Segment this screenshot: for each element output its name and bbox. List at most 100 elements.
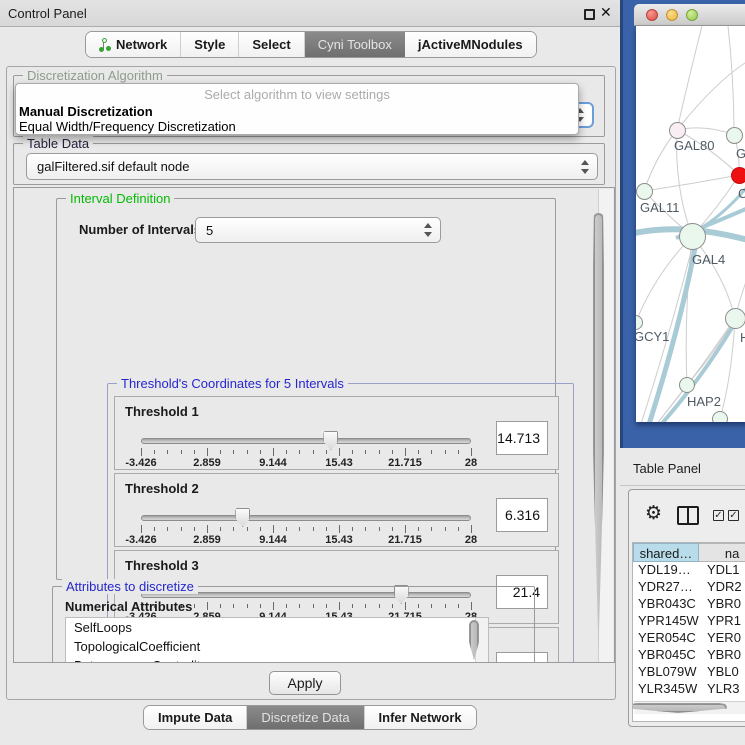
mac-zoom-icon[interactable]	[686, 9, 698, 21]
tab-jactivemnodules[interactable]: jActiveMNodules	[405, 32, 536, 57]
dropdown-option-equal-width[interactable]: Equal Width/Frequency Discretization	[19, 119, 236, 134]
cell-name[interactable]: YBL0	[700, 664, 745, 681]
split-view-icon[interactable]	[677, 506, 699, 525]
threshold-value-field[interactable]: 14.713	[496, 421, 548, 455]
cell-shared-name[interactable]: YPR145W	[633, 613, 700, 630]
network-window-titlebar[interactable]	[634, 4, 745, 26]
threshold-label: Threshold 2	[125, 481, 199, 496]
table-data-combobox[interactable]: galFiltered.sif default node	[26, 153, 598, 180]
cell-shared-name[interactable]: YLR345W	[633, 681, 700, 698]
number-of-intervals-label: Number of Intervals	[79, 222, 201, 237]
table-row[interactable]: YPR145WYPR1	[633, 613, 745, 630]
list-item[interactable]: SelfLoops	[66, 618, 488, 637]
cell-shared-name[interactable]: YBR043C	[633, 596, 700, 613]
gear-icon[interactable]: ⚙	[645, 502, 662, 525]
network-node[interactable]	[731, 167, 745, 184]
number-of-intervals-combobox[interactable]: 5	[195, 217, 441, 243]
node-label: C	[738, 186, 745, 201]
tab-style[interactable]: Style	[181, 32, 239, 57]
list-item[interactable]: BetweennessCentrality	[66, 656, 488, 663]
table-row[interactable]: YBR045CYBR0	[633, 647, 745, 664]
close-icon[interactable]: ✕	[600, 4, 612, 21]
node-label: HAP2	[687, 394, 721, 409]
table-row[interactable]: YBR043CYBR0	[633, 596, 745, 613]
panel-title: Control Panel	[8, 6, 87, 21]
tab-infer-network[interactable]: Infer Network	[365, 706, 476, 729]
network-canvas[interactable]: GAL80 GA C GAL11 GAL4 GCY1 H HAP2	[636, 26, 745, 422]
table-row[interactable]: YLR345WYLR3	[633, 681, 745, 698]
network-node[interactable]	[636, 183, 653, 200]
algorithm-dropdown-popup: Select algorithm to view settings Manual…	[15, 83, 579, 135]
table-row[interactable]: YDR27…YDR2	[633, 579, 745, 596]
apply-button[interactable]: Apply	[269, 671, 341, 695]
table-data-group: Table Data galFiltered.sif default node	[13, 143, 605, 185]
table-panel: Table Panel ⚙ ✓ ✓ shared… na YDL19…YDL1Y…	[620, 448, 745, 745]
dropdown-hint: Select algorithm to view settings	[16, 87, 578, 102]
cell-name[interactable]: YDL1	[700, 562, 745, 579]
column-header-shared[interactable]: shared…	[633, 543, 699, 562]
network-node[interactable]	[726, 127, 743, 144]
table-hscrollbar[interactable]	[634, 701, 745, 714]
cell-name[interactable]: YLR3	[700, 681, 745, 698]
tab-label: Impute Data	[158, 710, 232, 725]
threshold-slider[interactable]: -3.4262.8599.14415.4321.71528	[141, 510, 471, 546]
slider-thumb[interactable]	[288, 662, 303, 663]
cell-shared-name[interactable]: YDR27…	[633, 579, 700, 596]
tick-label: 21.715	[388, 534, 422, 546]
slider-track[interactable]	[141, 438, 471, 444]
list-item[interactable]: TopologicalCoefficient	[66, 637, 488, 656]
network-node[interactable]	[725, 308, 745, 329]
group-title: Threshold's Coordinates for 5 Intervals	[117, 376, 348, 391]
threshold-slider[interactable]: -3.4262.8599.14415.4321.71528	[141, 433, 471, 469]
cell-shared-name[interactable]: YER054C	[633, 630, 700, 647]
cell-shared-name[interactable]: YDL19…	[633, 562, 700, 579]
cell-name[interactable]: YBR0	[700, 647, 745, 664]
tab-cyni-toolbox[interactable]: Cyni Toolbox	[305, 32, 405, 57]
threshold-value-field[interactable]: 6.316	[496, 498, 548, 532]
node-label: GA	[736, 146, 745, 161]
threshold-label: Threshold 1	[125, 404, 199, 419]
node-label: GAL4	[692, 252, 725, 267]
list-scrollbar[interactable]	[475, 618, 488, 663]
network-node[interactable]	[679, 377, 695, 393]
tab-label: Network	[116, 37, 167, 52]
dropdown-option-manual[interactable]: Manual Discretization	[19, 104, 153, 119]
column-header-name[interactable]: na	[699, 543, 745, 562]
network-node[interactable]	[669, 122, 686, 139]
threshold-label: Threshold 3	[125, 558, 199, 573]
table-row[interactable]: YER054CYER0	[633, 630, 745, 647]
table-row[interactable]: YDL19…YDL1	[633, 562, 745, 579]
table-panel-title: Table Panel	[633, 461, 701, 476]
divider	[620, 485, 745, 486]
cell-shared-name[interactable]: YBR045C	[633, 647, 700, 664]
mac-close-icon[interactable]	[646, 9, 658, 21]
network-node[interactable]	[679, 223, 706, 250]
slider-ticks	[141, 448, 471, 456]
tab-discretize-data[interactable]: Discretize Data	[247, 706, 364, 729]
cell-name[interactable]: YBR0	[700, 596, 745, 613]
float-panel-icon[interactable]	[584, 9, 595, 20]
network-icon	[99, 38, 111, 52]
slider-track[interactable]	[141, 515, 471, 521]
tab-select[interactable]: Select	[239, 32, 304, 57]
checkbox-icon[interactable]: ✓	[713, 510, 724, 521]
cyni-mode-tabs: Impute Data Discretize Data Infer Networ…	[143, 705, 477, 730]
numerical-attributes-list[interactable]: SelfLoops TopologicalCoefficient Between…	[65, 617, 489, 663]
cell-name[interactable]: YDR2	[700, 579, 745, 596]
panel-scrollbar[interactable]	[598, 189, 613, 662]
cell-name[interactable]: YPR1	[700, 613, 745, 630]
tick-label: 2.859	[193, 457, 221, 469]
tick-label: 15.43	[325, 457, 353, 469]
tab-network[interactable]: Network	[86, 32, 181, 57]
checkbox-icon[interactable]: ✓	[728, 510, 739, 521]
tick-label: 28	[465, 534, 477, 546]
cell-shared-name[interactable]: YBL079W	[633, 664, 700, 681]
slider-ticks	[141, 525, 471, 533]
table-row[interactable]: YBL079WYBL0	[633, 664, 745, 681]
tab-impute-data[interactable]: Impute Data	[144, 706, 247, 729]
mac-minimize-icon[interactable]	[666, 9, 678, 21]
cyni-toolbox-panel: Discretization Algorithm Select algorith…	[6, 66, 616, 700]
network-node[interactable]	[712, 411, 728, 422]
cell-name[interactable]: YER0	[700, 630, 745, 647]
group-title: Discretization Algorithm	[23, 68, 167, 83]
